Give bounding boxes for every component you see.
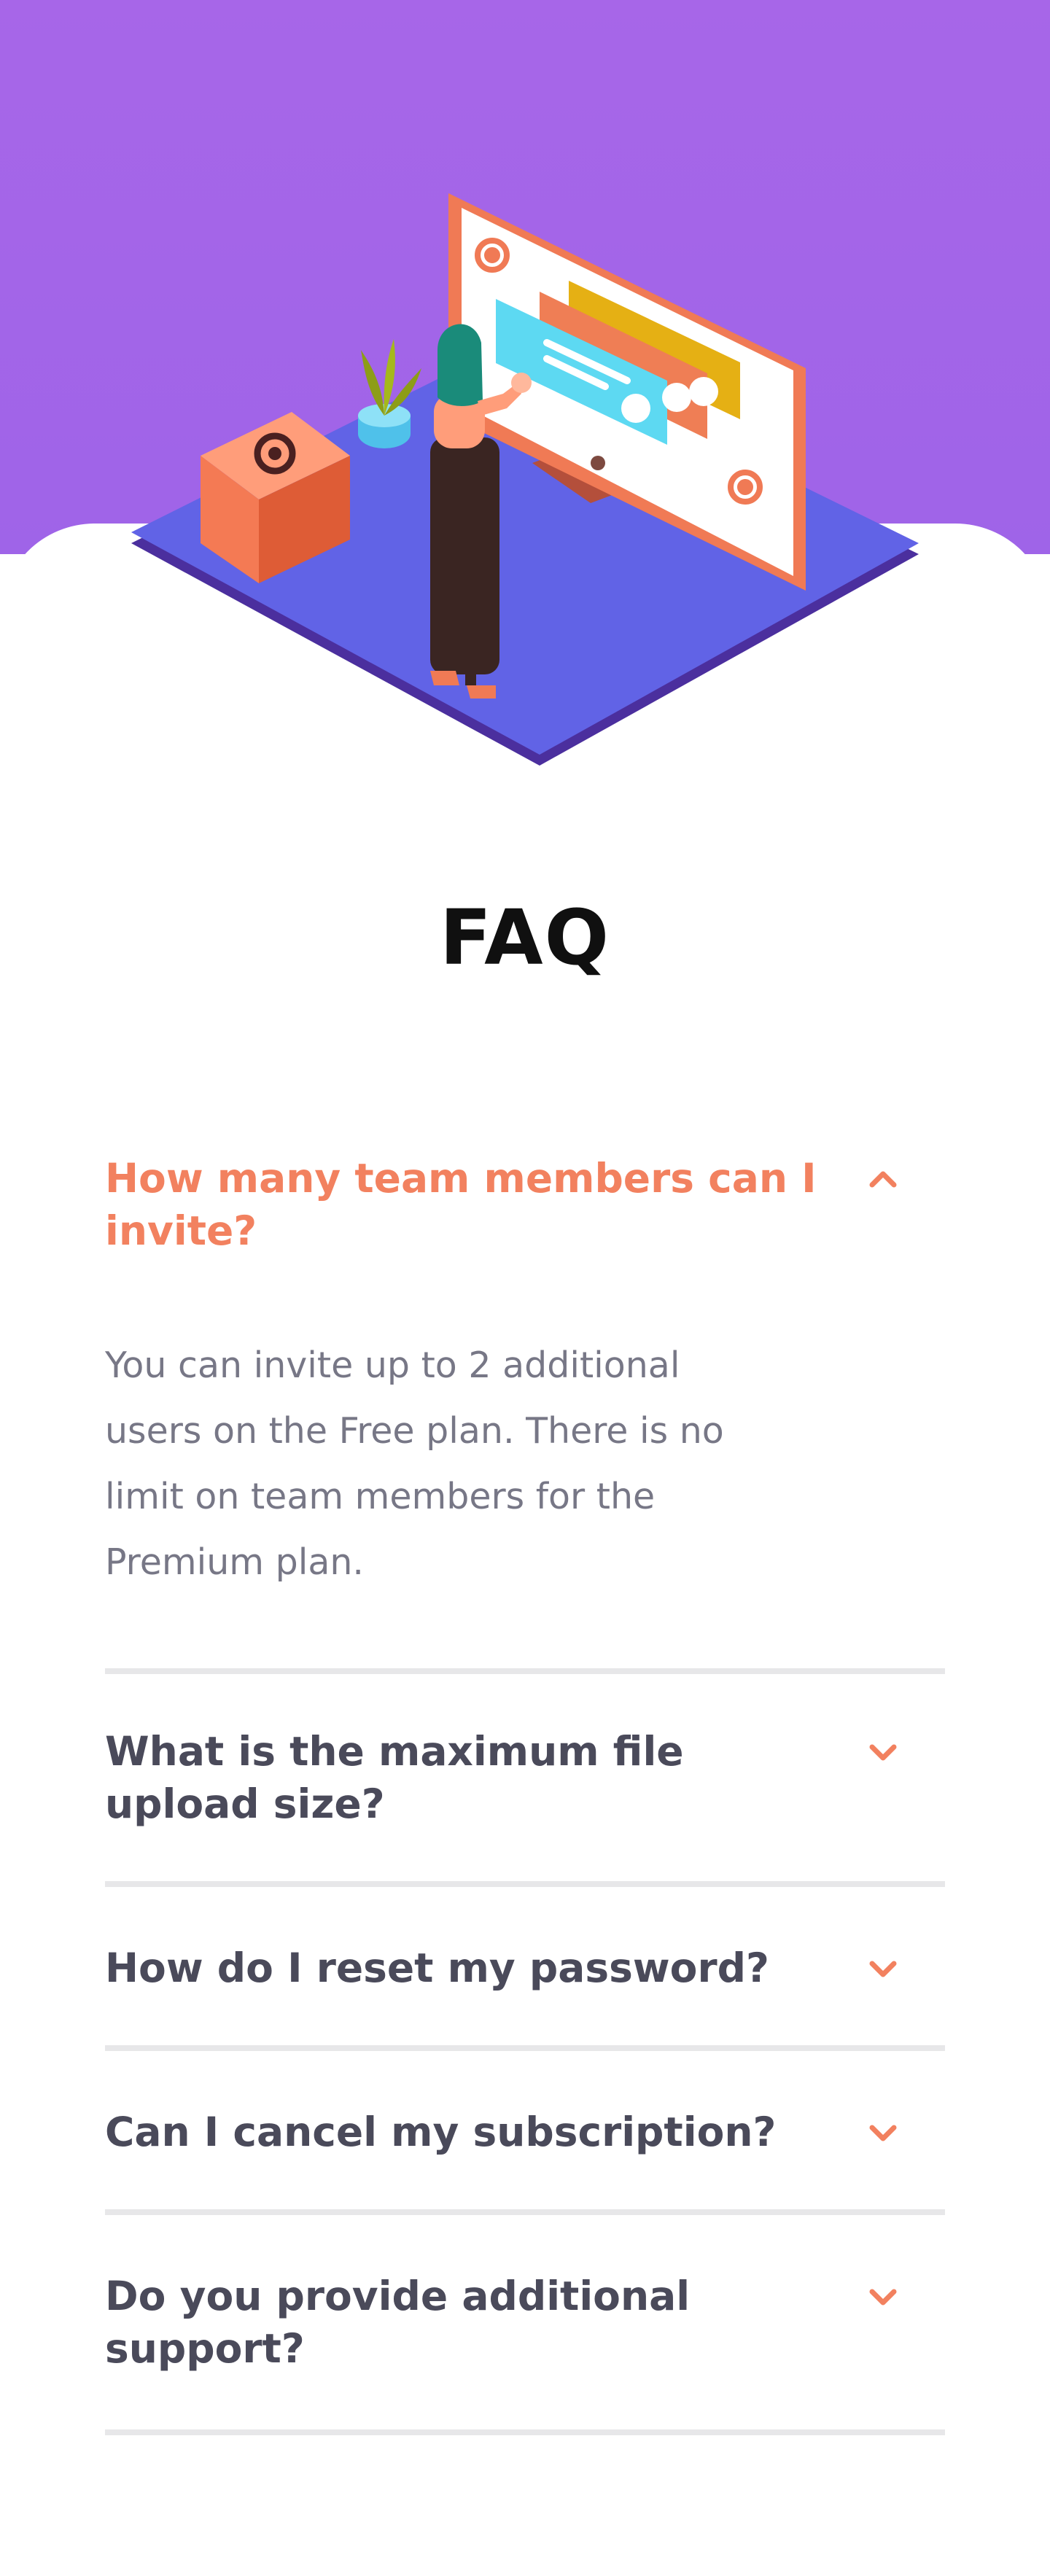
faq-question[interactable]: How many team members can I invite?: [105, 1152, 843, 1257]
faq-item: Do you provide additional support?: [105, 2215, 945, 2435]
faq-question-row[interactable]: How many team members can I invite?: [105, 1152, 945, 1257]
chevron-down-icon[interactable]: [865, 1950, 901, 1987]
chevron-down-icon[interactable]: [865, 2114, 901, 2151]
faq-item: How many team members can I invite? You …: [105, 1123, 945, 1674]
faq-question[interactable]: Can I cancel my subscription?: [105, 2106, 843, 2158]
faq-question-row[interactable]: What is the maximum file upload size?: [105, 1725, 945, 1830]
faq-answer: You can invite up to 2 additional users …: [105, 1345, 724, 1583]
faq-question-row[interactable]: Do you provide additional support?: [105, 2270, 945, 2375]
faq-question-row[interactable]: Can I cancel my subscription?: [105, 2106, 945, 2158]
faq-list: How many team members can I invite? You …: [105, 1123, 945, 2435]
chevron-up-icon[interactable]: [865, 1161, 901, 1197]
faq-question[interactable]: What is the maximum file upload size?: [105, 1725, 843, 1830]
faq-item: Can I cancel my subscription?: [105, 2051, 945, 2215]
chevron-down-icon[interactable]: [865, 2279, 901, 2315]
chevron-down-icon[interactable]: [865, 1734, 901, 1770]
faq-question[interactable]: How do I reset my password?: [105, 1942, 843, 1994]
faq-question[interactable]: Do you provide additional support?: [105, 2270, 843, 2375]
hero-illustration: [131, 193, 919, 766]
faq-item: How do I reset my password?: [105, 1887, 945, 2051]
page-title: FAQ: [439, 893, 610, 982]
faq-question-row[interactable]: How do I reset my password?: [105, 1942, 945, 1994]
faq-item: What is the maximum file upload size?: [105, 1674, 945, 1887]
